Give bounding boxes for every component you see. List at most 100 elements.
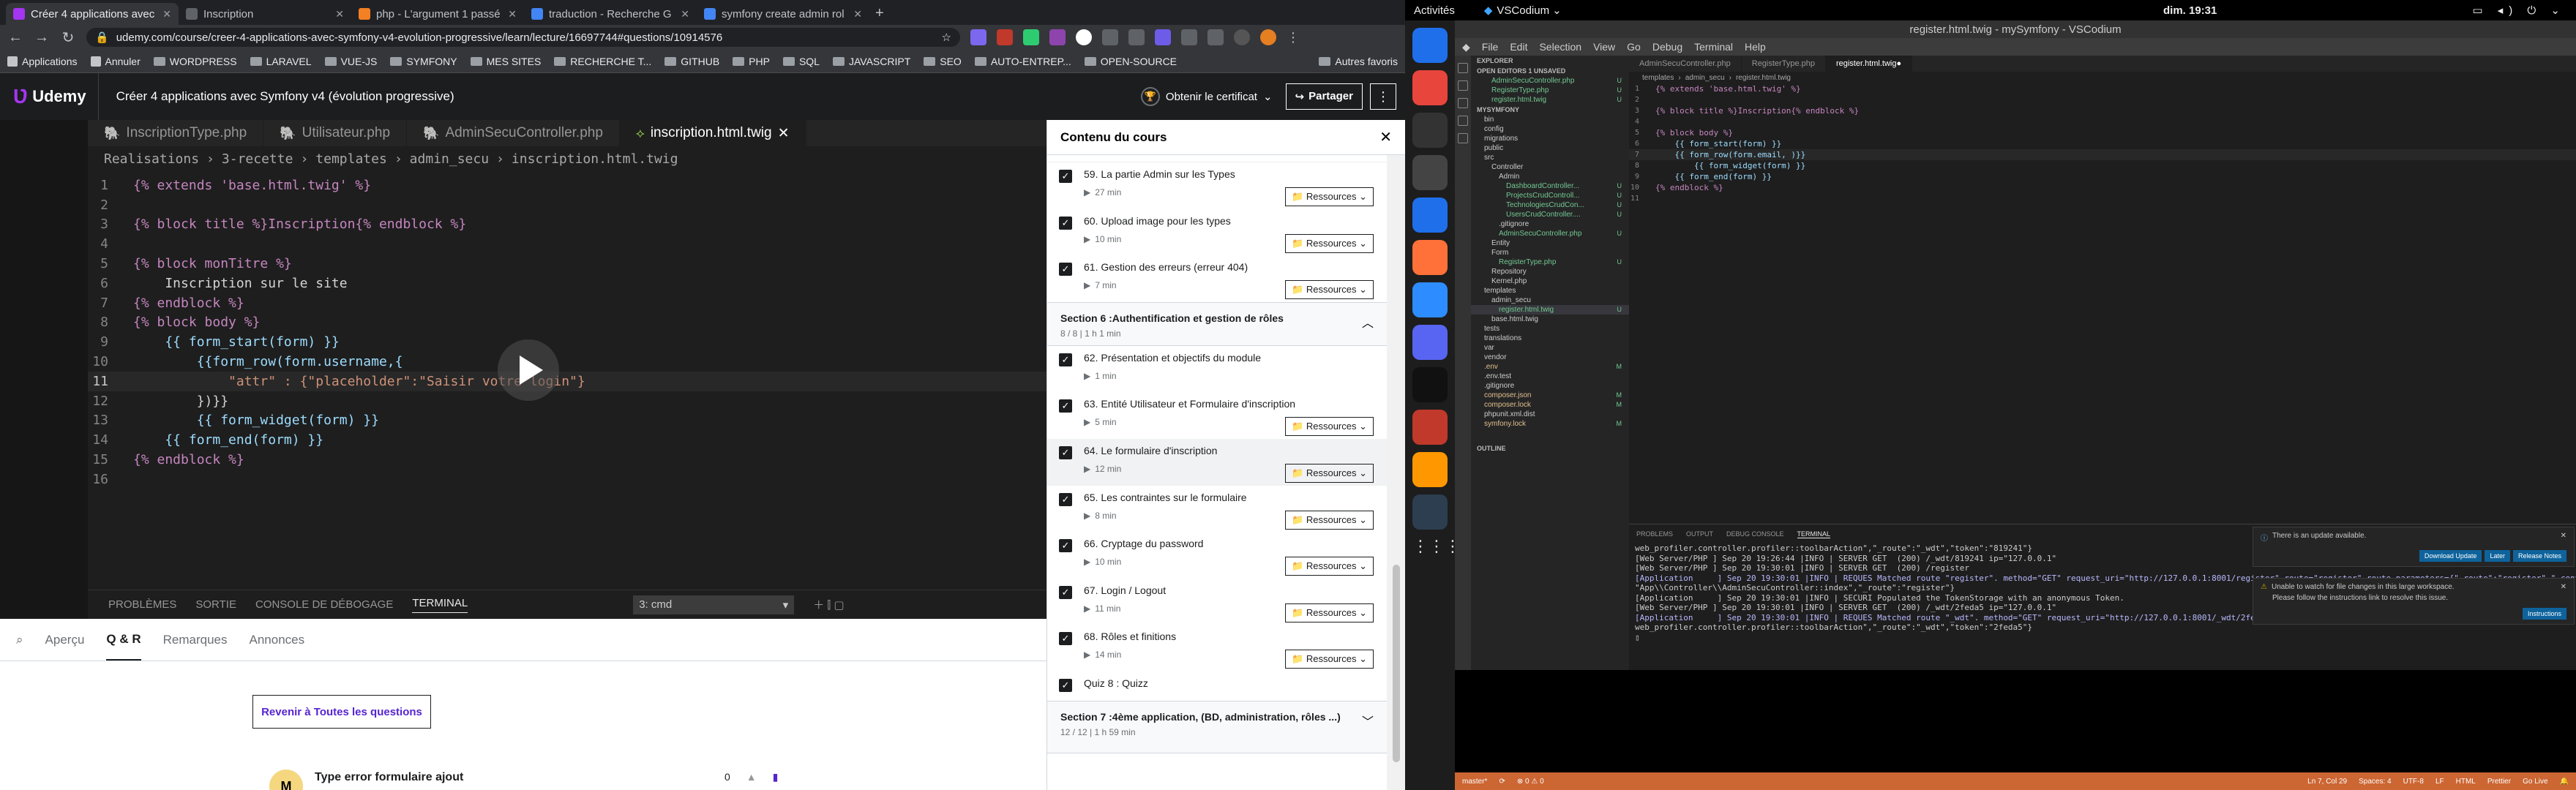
explorer-item[interactable]: .env.test [1471, 372, 1629, 381]
menu-item[interactable]: Terminal [1694, 41, 1733, 53]
extension-icon[interactable] [1102, 29, 1118, 45]
bookmark-item[interactable]: OPEN-SOURCE [1084, 56, 1177, 67]
menu-item[interactable]: Debug [1652, 41, 1682, 53]
status-item[interactable]: UTF-8 [2403, 778, 2424, 786]
bookmark-item[interactable]: Annuler [90, 56, 141, 67]
explorer-item[interactable]: composer.json M [1471, 391, 1629, 400]
resources-button[interactable]: 📁 Ressources ⌄ [1285, 510, 1374, 530]
breadcrumb-item[interactable]: admin_secu [1685, 74, 1725, 82]
course-tab[interactable]: Annonces [250, 633, 305, 647]
completed-checkbox[interactable]: ✓ [1059, 492, 1072, 506]
explorer-item[interactable]: tests [1471, 324, 1629, 334]
explorer-item[interactable]: .gitignore [1471, 219, 1629, 229]
completed-checkbox[interactable]: ✓ [1059, 539, 1072, 553]
explorer-item[interactable]: translations [1471, 334, 1629, 343]
explorer-item[interactable]: config [1471, 124, 1629, 134]
dock-app-icon[interactable] [1412, 452, 1448, 487]
browser-tab[interactable]: php - L'argument 1 passé ✕ [351, 3, 524, 25]
course-tab[interactable]: Q & R [106, 620, 141, 661]
other-bookmarks[interactable]: Autres favoris [1319, 56, 1398, 67]
extension-icon[interactable] [1023, 29, 1039, 45]
extension-icon[interactable] [1049, 29, 1066, 45]
lecture-item[interactable]: ✓ 62. Présentation et objectifs du module… [1047, 346, 1387, 393]
udemy-logo[interactable]: Ʋ Udemy [0, 73, 99, 120]
dock-app-icon[interactable] [1412, 70, 1448, 105]
lecture-item[interactable]: ✓ 65. Les contraintes sur le formulaire ▶ 8… [1047, 486, 1387, 533]
explorer-item[interactable]: base.html.twig [1471, 315, 1629, 324]
branch-indicator[interactable]: master* [1462, 778, 1487, 786]
editor-tab[interactable]: RegisterType.php [1742, 56, 1826, 72]
explorer-item[interactable]: templates [1471, 286, 1629, 296]
dock-app-icon[interactable] [1412, 113, 1448, 148]
bookmark-item[interactable]: RECHERCHE T... [554, 56, 651, 67]
scrollbar-thumb[interactable] [1393, 565, 1400, 762]
explorer-item[interactable]: TechnologiesCrudCon... U [1471, 200, 1629, 210]
completed-checkbox[interactable]: ✓ [1059, 678, 1072, 692]
menu-kebab-icon[interactable]: ⋮ [1287, 30, 1300, 45]
lecture-item[interactable]: ✓ 61. Gestion des erreurs (erreur 404) ▶ 7 … [1047, 255, 1387, 302]
forward-icon[interactable]: → [34, 29, 50, 46]
notification-button[interactable]: Download Update [2419, 550, 2482, 562]
bookmark-item[interactable]: MES SITES [470, 56, 541, 67]
lecture-item[interactable]: ✓ 67. Login / Logout ▶ 11 min 📁 Ressources ⌄ [1047, 579, 1387, 625]
bookmark-item[interactable]: SEO [924, 56, 962, 67]
close-icon[interactable]: ✕ [2561, 583, 2566, 591]
question-title[interactable]: Type error formulaire ajout [315, 771, 463, 784]
lecture-item[interactable]: ✓ 59. La partie Admin sur les Types ▶ 27 mi… [1047, 162, 1387, 209]
resources-button[interactable]: 📁 Ressources ⌄ [1285, 417, 1374, 437]
more-options-button[interactable]: ⋮ [1370, 83, 1396, 110]
dock-app-icon[interactable]: ⋮⋮⋮ [1412, 537, 1461, 572]
upvote-icon[interactable]: ▲ [746, 771, 757, 783]
problems-indicator[interactable]: ⊗ 0 ⚠ 0 [1517, 778, 1544, 786]
close-tab-icon[interactable]: ✕ [162, 8, 171, 20]
explorer-item[interactable]: bin [1471, 115, 1629, 124]
explorer-item[interactable]: Repository [1471, 267, 1629, 276]
url-text[interactable]: udemy.com/course/creer-4-applications-av… [116, 31, 935, 44]
explorer-item[interactable]: .gitignore [1471, 381, 1629, 391]
reload-icon[interactable]: ↻ [60, 29, 76, 47]
close-tab-icon[interactable]: ✕ [853, 8, 862, 20]
resources-button[interactable]: 📁 Ressources ⌄ [1285, 187, 1374, 206]
profile-avatar[interactable] [1260, 29, 1276, 45]
completed-checkbox[interactable]: ✓ [1059, 353, 1072, 366]
panel-tab[interactable]: OUTPUT [1686, 530, 1713, 538]
close-tab-icon[interactable]: ✕ [681, 8, 689, 20]
dock-app-icon[interactable] [1412, 494, 1448, 530]
search-icon[interactable] [1458, 80, 1468, 91]
back-to-questions-button[interactable]: Revenir à Toutes les questions [252, 695, 431, 729]
completed-checkbox[interactable]: ✓ [1059, 399, 1072, 413]
extension-icon[interactable] [1155, 29, 1171, 45]
explorer-item[interactable]: admin_secu [1471, 296, 1629, 305]
panel-tab[interactable]: DEBUG CONSOLE [1726, 530, 1784, 538]
browser-tab[interactable]: traduction - Recherche G ✕ [524, 3, 697, 25]
breadcrumb-item[interactable]: register.html.twig [1736, 74, 1791, 82]
extension-icon[interactable] [997, 29, 1013, 45]
bookmark-item[interactable]: SYMFONY [390, 56, 457, 67]
completed-checkbox[interactable]: ✓ [1059, 216, 1072, 230]
terminal-cursor[interactable]: ▯ [1629, 633, 2576, 643]
extension-icon[interactable] [1234, 29, 1250, 45]
debug-icon[interactable] [1458, 116, 1468, 126]
menu-item[interactable]: View [1593, 41, 1615, 53]
explorer-item[interactable]: Kernel.php [1471, 276, 1629, 286]
sidebar-scrollbar[interactable] [1387, 155, 1405, 790]
explorer-item[interactable]: Form [1471, 248, 1629, 257]
resources-button[interactable]: 📁 Ressources ⌄ [1285, 233, 1374, 253]
status-item[interactable]: Spaces: 4 [2359, 778, 2391, 786]
status-item[interactable]: HTML [2456, 778, 2476, 786]
bookmark-item[interactable]: LARAVEL [250, 56, 312, 67]
panel-tab[interactable]: PROBLEMS [1636, 530, 1673, 538]
omnibox[interactable]: 🔒 udemy.com/course/creer-4-applications-… [86, 28, 960, 47]
bookmark-item[interactable]: GITHUB [664, 56, 719, 67]
course-tab[interactable]: Remarques [163, 633, 228, 647]
dock-app-icon[interactable] [1412, 325, 1448, 360]
close-icon[interactable]: ✕ [2561, 532, 2566, 543]
dock-app-icon[interactable] [1412, 410, 1448, 445]
explorer-item[interactable]: Controller [1471, 162, 1629, 172]
menu-item[interactable]: Go [1627, 41, 1641, 53]
explorer-item[interactable]: symfony.lock M [1471, 419, 1629, 429]
video-player[interactable]: 🐘 InscriptionType.php 🐘 Utilisateur.php 🐘 Adm… [0, 120, 1046, 619]
explorer-item[interactable]: public [1471, 143, 1629, 153]
course-tab[interactable]: Aperçu [45, 633, 85, 647]
lecture-item[interactable]: ✓ 66. Cryptage du password ▶ 10 min 📁 Ressou… [1047, 532, 1387, 579]
